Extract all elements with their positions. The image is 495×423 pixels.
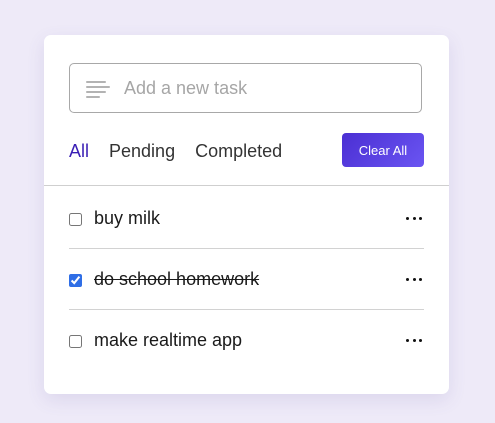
- filter-pending[interactable]: Pending: [109, 141, 175, 162]
- task-label: buy milk: [94, 208, 161, 228]
- more-options-icon[interactable]: [406, 271, 422, 287]
- task-checkbox[interactable]: [69, 274, 82, 287]
- divider: [44, 185, 449, 186]
- filter-all[interactable]: All: [69, 141, 89, 162]
- task-item: do school homework: [69, 249, 424, 310]
- clear-all-button[interactable]: Clear All: [342, 133, 424, 167]
- todo-card: All Pending Completed Clear All buy milk…: [44, 35, 449, 394]
- more-options-icon[interactable]: [406, 332, 422, 348]
- text-align-left-icon: [86, 81, 110, 99]
- task-label: do school homework: [94, 269, 260, 289]
- filter-completed[interactable]: Completed: [195, 141, 282, 162]
- task-label: make realtime app: [94, 330, 243, 350]
- filter-tabs: All Pending Completed: [69, 139, 302, 163]
- task-input-wrapper: [69, 63, 422, 113]
- task-list: buy milk do school homework make realtim…: [69, 188, 424, 370]
- more-options-icon[interactable]: [406, 210, 422, 226]
- task-checkbox[interactable]: [69, 213, 82, 226]
- new-task-input[interactable]: [124, 64, 409, 112]
- task-item: buy milk: [69, 188, 424, 249]
- task-item: make realtime app: [69, 310, 424, 370]
- task-checkbox[interactable]: [69, 335, 82, 348]
